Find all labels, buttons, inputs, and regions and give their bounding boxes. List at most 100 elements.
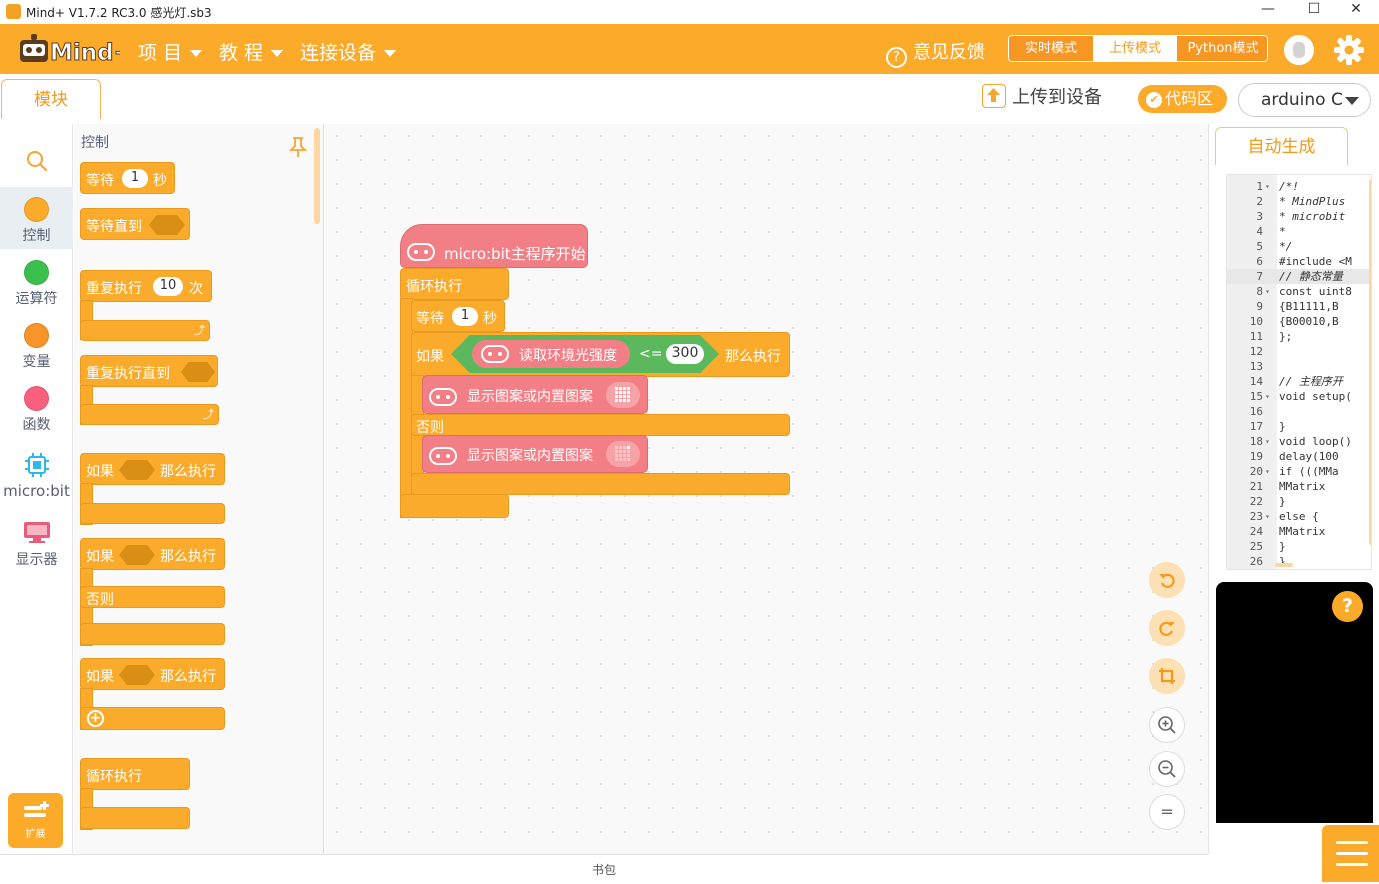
threshold-input[interactable]: 300 [666,344,704,364]
block-repeat-until[interactable]: 重复执行直到 [80,355,218,387]
minimize-button[interactable]: — [1245,0,1291,24]
block-text: 秒 [483,311,497,327]
palette-scrollbar[interactable] [314,128,320,224]
fold-arrow-icon[interactable]: ▾ [1265,464,1273,479]
feedback-button[interactable]: ? 意见反馈 [886,38,985,68]
category-control-label: 控制 [22,228,51,244]
block-number-input[interactable]: 1 [122,169,148,188]
line-number: 6 [1256,255,1263,268]
user-avatar-icon[interactable] [1284,35,1314,65]
block-if-then-expandable[interactable]: 如果 那么执行 [80,658,225,690]
mode-upload[interactable]: 上传模式 [1093,36,1177,61]
settings-gear-icon[interactable] [1333,34,1365,66]
code-panel: 自动生成 1 ▾/*! 2 * MindPlus 3 * microbit 4 * 5 *… [1210,124,1379,884]
code-area-toggle[interactable]: ✔ 代码区 [1138,85,1227,113]
block-text: 显示图案或内置图案 [467,448,593,464]
mode-realtime[interactable]: 实时模式 [1009,36,1093,61]
maximize-button[interactable]: ☐ [1291,0,1337,24]
category-microbit[interactable]: micro:bit [0,442,73,504]
block-number-input[interactable]: 10 [153,277,183,296]
condition-slot[interactable] [119,460,155,480]
category-variables[interactable]: 变量 [0,313,73,375]
category-display[interactable]: 显示器 [0,509,73,571]
crop-button[interactable] [1149,658,1185,694]
check-circle-icon: ✔ [1146,92,1162,108]
close-button[interactable]: ✕ [1333,0,1379,24]
variables-dot-icon [24,323,49,348]
reporter-read-light-level[interactable]: 读取环境光强度 [472,340,630,368]
block-wait-seconds[interactable]: 等待 1 秒 [80,162,175,194]
block-wait-until[interactable]: 等待直到 [80,208,190,240]
mindplus-logo[interactable]: Mind+ [16,32,120,66]
menu-connect-device[interactable]: 连接设备 [300,38,397,65]
upload-to-device-button[interactable]: 上传到设备 [982,83,1102,109]
condition-slot[interactable] [119,665,155,685]
block-text: 等待 [86,173,114,189]
tab-blocks[interactable]: 模块 [1,79,101,119]
category-operators[interactable]: 运算符 [0,250,73,312]
condition-slot[interactable] [119,545,155,565]
undo-icon [1159,573,1175,588]
fold-arrow-icon[interactable]: ▾ [1265,434,1273,449]
tab-auto-generate[interactable]: 自动生成 [1215,127,1348,165]
undo-button[interactable] [1149,562,1185,598]
line-number: 21 [1249,480,1263,493]
block-if-then[interactable]: 如果 那么执行 [80,453,225,485]
menu-list-button[interactable] [1322,825,1379,882]
question-circle-icon: ? [886,47,907,68]
code-line: 10 {B00010,B [1227,314,1371,329]
redo-button[interactable] [1149,610,1185,646]
led-grid-icon[interactable] [606,441,640,467]
category-control[interactable]: 控制 [0,187,73,249]
line-number: 15 [1249,390,1263,403]
block-text: 次 [189,281,203,297]
menu-tutorial[interactable]: 教 程 [219,38,284,65]
upload-arrow-icon [982,84,1006,108]
category-functions[interactable]: 函数 [0,376,73,438]
zoom-out-button[interactable] [1149,751,1185,787]
block-show-pattern[interactable]: 显示图案或内置图案 [422,375,648,414]
code-text: * MindPlus [1279,195,1346,208]
zoom-out-icon [1158,760,1176,778]
category-variables-label: 变量 [22,354,51,370]
fold-arrow-icon[interactable]: ▾ [1265,284,1273,299]
block-if-then-else[interactable]: 如果 那么执行 [80,538,225,570]
block-show-pattern[interactable]: 显示图案或内置图案 [422,435,648,473]
backpack-bar[interactable]: 书包 [0,854,1208,884]
block-wait-seconds[interactable]: 等待 1 秒 [411,300,505,332]
menu-project[interactable]: 项 目 [138,38,203,65]
fold-arrow-icon[interactable]: ▾ [1265,509,1273,524]
block-repeat-times[interactable]: 重复执行 10 次 [80,270,212,302]
fold-arrow-icon[interactable]: ▾ [1265,179,1273,194]
code-text: {B00010,B [1279,315,1339,328]
board-select[interactable]: arduino C [1238,83,1371,117]
block-text: 如果 [86,464,114,480]
zoom-in-button[interactable] [1149,707,1185,743]
line-number: 11 [1249,330,1263,343]
block-forever[interactable]: 循环执行 [80,758,190,790]
pin-icon[interactable] [289,136,307,158]
category-search[interactable] [0,130,73,192]
code-text: MMatrix [1279,525,1326,538]
block-c-bottom: ⤴ [80,320,210,341]
code-text: else { [1279,510,1319,523]
condition-slot[interactable] [149,215,185,235]
zoom-reset-button[interactable]: = [1149,794,1185,830]
mode-python[interactable]: Python模式 [1177,36,1267,61]
led-grid-icon[interactable] [606,382,640,408]
code-scrollbar-horizontal[interactable] [1275,563,1293,567]
extensions-icon [23,801,49,817]
condition-slot[interactable] [181,362,215,382]
script-workspace[interactable]: micro:bit主程序开始 循环执行 等待 1 秒 如果 那么执行 读取环境光… [325,124,1209,854]
block-forever[interactable]: 循环执行 [400,268,509,300]
add-branch-icon[interactable]: + [87,710,104,727]
code-editor[interactable]: 1 ▾/*! 2 * MindPlus 3 * microbit 4 * 5 */6 #in… [1226,174,1372,570]
extensions-button[interactable]: 扩展 [8,793,63,848]
fold-arrow-icon[interactable]: ▾ [1265,389,1273,404]
block-number-input[interactable]: 1 [452,307,478,326]
line-number: 7 [1256,270,1263,283]
block-text: 那么执行 [160,549,216,565]
help-icon[interactable]: ? [1332,591,1363,622]
block-microbit-main-start[interactable]: micro:bit主程序开始 [400,224,588,268]
code-scrollbar-vertical[interactable] [1369,179,1371,545]
